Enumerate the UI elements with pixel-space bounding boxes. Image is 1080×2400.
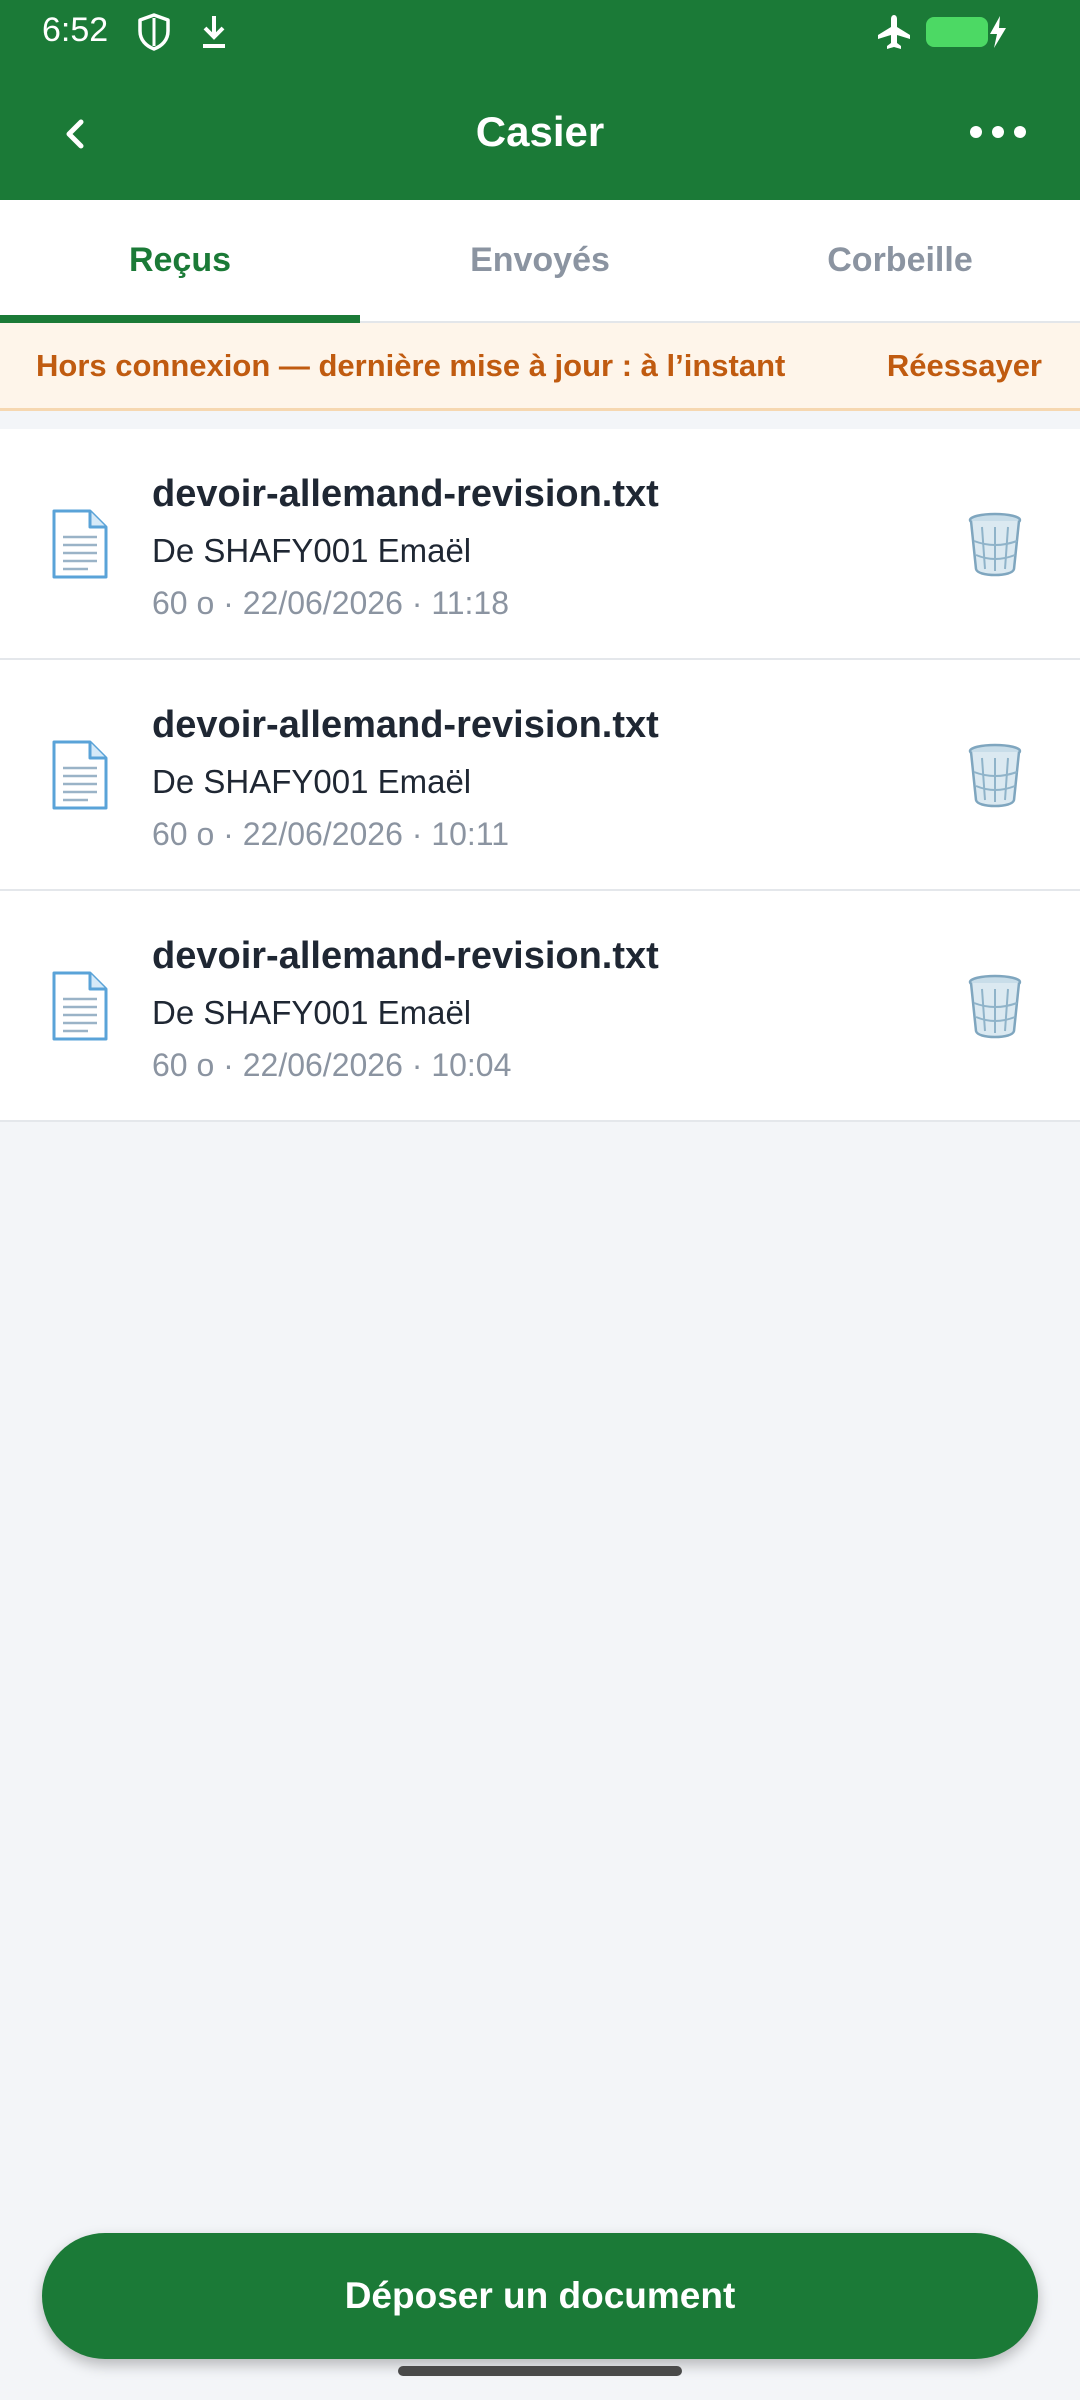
app-bar: 6:52 Casier	[0, 0, 1080, 200]
file-name: devoir-allemand-revision.txt	[152, 935, 659, 977]
shield-icon	[136, 12, 172, 52]
more-options-button[interactable]	[952, 96, 1044, 168]
trash-icon[interactable]	[964, 973, 1026, 1039]
file-list: devoir-allemand-revision.txt De SHAFY001…	[0, 429, 1080, 1122]
battery-charging-icon	[926, 12, 1010, 52]
page-title: Casier	[475, 108, 605, 155]
tab-bar: Reçus Envoyés Corbeille	[0, 200, 1080, 323]
document-icon	[52, 740, 108, 810]
tab-corbeille[interactable]: Corbeille	[720, 200, 1080, 321]
status-bar: 6:52	[0, 0, 1080, 64]
more-horizontal-icon	[970, 126, 1026, 138]
tab-envoyes[interactable]: Envoyés	[360, 200, 720, 321]
tab-recus[interactable]: Reçus	[0, 200, 360, 323]
file-meta: 60 o · 22/06/2026 · 11:18	[152, 585, 510, 621]
file-row[interactable]: devoir-allemand-revision.txt De SHAFY001…	[0, 660, 1080, 891]
trash-icon[interactable]	[964, 742, 1026, 808]
document-icon	[52, 509, 108, 579]
offline-banner: Hors connexion — dernière mise à jour : …	[0, 323, 1080, 411]
upload-document-button[interactable]: Déposer un document	[42, 2233, 1038, 2359]
file-row[interactable]: devoir-allemand-revision.txt De SHAFY001…	[0, 891, 1080, 1122]
offline-banner-text: Hors connexion — dernière mise à jour : …	[36, 347, 786, 383]
toolbar: Casier	[0, 64, 1080, 200]
retry-button[interactable]: Réessayer	[887, 348, 1042, 384]
file-meta: 60 o · 22/06/2026 · 10:11	[152, 816, 510, 852]
trash-icon[interactable]	[964, 511, 1026, 577]
file-name: devoir-allemand-revision.txt	[152, 473, 659, 515]
file-sender: De SHAFY001 Emaël	[152, 763, 472, 800]
navigation-handle[interactable]	[398, 2366, 682, 2376]
file-row[interactable]: devoir-allemand-revision.txt De SHAFY001…	[0, 429, 1080, 660]
file-meta: 60 o · 22/06/2026 · 10:04	[152, 1047, 512, 1083]
file-sender: De SHAFY001 Emaël	[152, 532, 472, 569]
document-icon	[52, 971, 108, 1041]
status-time: 6:52	[42, 11, 109, 49]
download-icon	[196, 12, 232, 52]
airplane-mode-icon	[874, 12, 910, 52]
file-name: devoir-allemand-revision.txt	[152, 704, 659, 746]
file-sender: De SHAFY001 Emaël	[152, 994, 472, 1031]
